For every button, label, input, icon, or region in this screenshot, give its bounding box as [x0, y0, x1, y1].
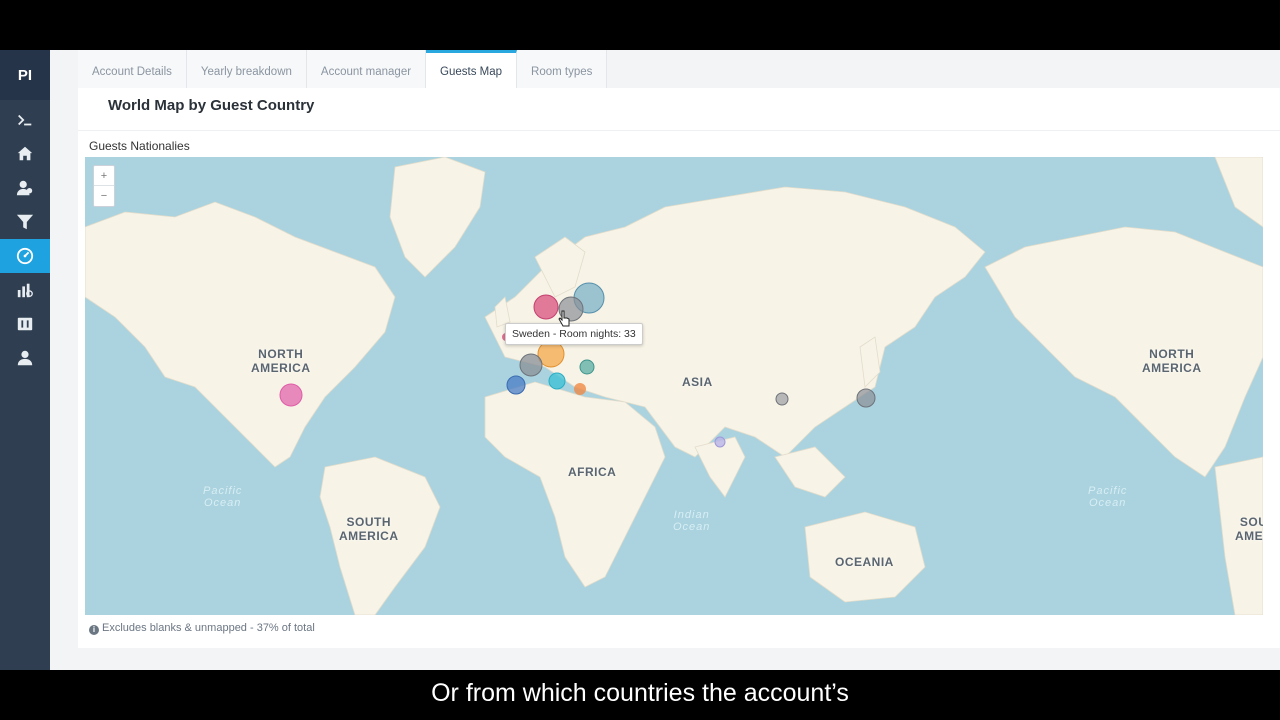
- bubble-india[interactable]: [714, 436, 726, 448]
- panel: World Map by Guest Country Guests Nation…: [78, 88, 1280, 648]
- dashboard-icon: [16, 247, 34, 265]
- page-title: World Map by Guest Country: [108, 97, 315, 114]
- bubble-norway[interactable]: [533, 294, 559, 320]
- footnote-text: Excludes blanks & unmapped - 37% of tota…: [102, 622, 315, 634]
- bubble-layer: [279, 282, 876, 448]
- tab-room-types[interactable]: Room types: [517, 50, 608, 88]
- sidebar-item-tools[interactable]: [0, 307, 50, 341]
- tab-bar: Account Details Yearly breakdown Account…: [78, 50, 1280, 88]
- map-tooltip: Sweden - Room nights: 33: [505, 323, 643, 345]
- card-title: Guests Nationalies: [89, 139, 190, 153]
- users-icon: [16, 180, 33, 196]
- app-logo[interactable]: PI: [0, 50, 50, 100]
- main-content: Account Details Yearly breakdown Account…: [78, 50, 1280, 670]
- app-frame: PI Account Details Yearly breakdown Acco…: [0, 50, 1280, 670]
- tab-account-details[interactable]: Account Details: [78, 50, 187, 88]
- bubble-greece[interactable]: [574, 383, 586, 395]
- filter-icon: [16, 214, 34, 230]
- bubble-france[interactable]: [519, 353, 543, 377]
- sidebar-item-terminal[interactable]: [0, 103, 50, 137]
- sidebar-item-home[interactable]: [0, 137, 50, 171]
- bubble-china[interactable]: [775, 392, 789, 406]
- sidebar-item-filter[interactable]: [0, 205, 50, 239]
- bubble-usa[interactable]: [279, 383, 303, 407]
- sidebar-item-report[interactable]: [0, 273, 50, 307]
- hand-cursor-icon: [558, 310, 570, 327]
- bubble-romania[interactable]: [579, 359, 595, 375]
- tab-account-manager[interactable]: Account manager: [306, 50, 427, 88]
- video-subtitle: Or from which countries the account’s: [431, 679, 849, 707]
- tools-icon: [17, 317, 33, 331]
- sidebar: PI: [0, 50, 50, 670]
- map-card: Guests Nationalies + − NORTH AMERICA NOR…: [78, 130, 1280, 642]
- terminal-icon: [18, 114, 32, 126]
- report-icon: [17, 283, 33, 298]
- footnote: i Excludes blanks & unmapped - 37% of tot…: [89, 622, 315, 635]
- sidebar-item-users[interactable]: [0, 171, 50, 205]
- world-map[interactable]: + − NORTH AMERICA NORTH AMERICA SOUTH AMERI…: [85, 157, 1263, 615]
- bubble-italy[interactable]: [548, 372, 566, 390]
- info-icon: i: [89, 625, 99, 635]
- sidebar-item-dashboard[interactable]: [0, 239, 50, 273]
- team-icon: [17, 350, 33, 366]
- home-icon: [17, 146, 33, 161]
- tab-guests-map[interactable]: Guests Map: [426, 50, 518, 88]
- bubble-japan[interactable]: [856, 388, 876, 408]
- tab-yearly-breakdown[interactable]: Yearly breakdown: [186, 50, 307, 88]
- sidebar-item-team[interactable]: [0, 341, 50, 375]
- bubble-spain[interactable]: [506, 375, 526, 395]
